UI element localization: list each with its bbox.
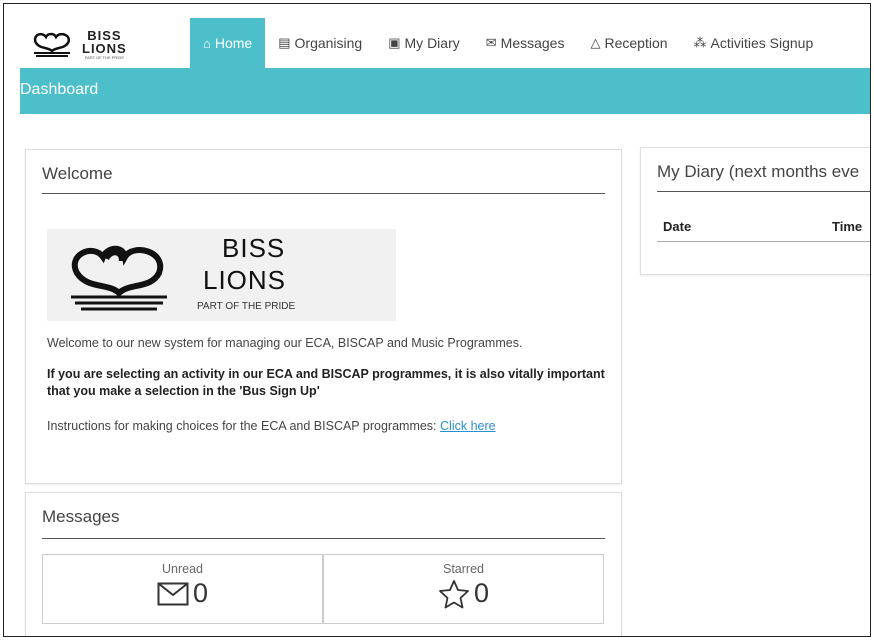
divider <box>42 538 605 539</box>
diary-column-time: Time <box>832 219 863 234</box>
unread-count: 0 <box>192 578 209 608</box>
triangle-icon: △ <box>590 35 601 50</box>
messages-panel: Messages Unread 0 Starred 0 <box>25 492 622 636</box>
lion-crest-icon <box>33 32 71 57</box>
welcome-intro: Welcome to our new system for managing o… <box>47 336 523 350</box>
messages-title: Messages <box>42 507 120 526</box>
main-nav: ⌂ Home ▤ Organising ▣ My Diary ✉ Message… <box>190 18 826 68</box>
home-icon: ⌂ <box>203 35 211 51</box>
envelope-icon <box>157 582 189 605</box>
diary-title: My Diary (next months eve <box>657 162 860 181</box>
welcome-panel: Welcome BISS LIONS PART OF THE PRIDE Wel… <box>25 149 622 484</box>
divider <box>657 191 870 192</box>
starred-messages-box[interactable]: Starred 0 <box>323 554 604 624</box>
star-icon <box>439 579 469 608</box>
brand-tagline: PART OF THE PRIDE <box>84 54 124 60</box>
divider <box>42 193 605 194</box>
clipboard-icon: ▤ <box>278 35 291 50</box>
welcome-logo: BISS LIONS PART OF THE PRIDE <box>47 229 396 321</box>
nav-activities-signup[interactable]: ⁂ Activities Signup <box>681 18 827 68</box>
nav-my-diary-label: My Diary <box>404 35 460 51</box>
starred-count: 0 <box>473 578 490 608</box>
logo-text-biss: BISS <box>222 233 286 263</box>
diary-column-date: Date <box>663 219 692 234</box>
diary-panel: My Diary (next months eve Date Time <box>640 147 870 275</box>
nav-messages-label: Messages <box>500 35 565 51</box>
instructions-link[interactable]: Click here <box>440 419 496 433</box>
unread-label: Unread <box>162 562 203 576</box>
nav-home-label: Home <box>214 35 253 51</box>
starred-label: Starred <box>443 562 484 576</box>
instructions-label: Instructions for making choices for the … <box>47 419 437 433</box>
nav-reception[interactable]: △ Reception <box>577 18 680 68</box>
bus-signup-notice: If you are selecting an activity in our … <box>47 367 605 398</box>
network-icon: ⁂ <box>693 35 707 50</box>
nav-my-diary[interactable]: ▣ My Diary <box>375 18 473 68</box>
nav-activities-signup-label: Activities Signup <box>710 35 814 51</box>
notebook-icon: ▣ <box>388 35 401 50</box>
brand-logo[interactable]: BISS LIONS PART OF THE PRIDE <box>30 24 170 64</box>
welcome-title: Welcome <box>42 164 113 183</box>
nav-reception-label: Reception <box>604 35 668 51</box>
nav-organising-label: Organising <box>294 35 363 51</box>
brand-name-line1: BISS <box>87 27 122 43</box>
top-navigation-bar: BISS LIONS PART OF THE PRIDE ⌂ Home ▤ Or… <box>20 18 870 68</box>
unread-messages-box[interactable]: Unread 0 <box>42 554 323 624</box>
logo-tagline: PART OF THE PRIDE <box>197 301 296 312</box>
page-title: Dashboard <box>20 81 99 98</box>
nav-home[interactable]: ⌂ Home <box>190 18 266 68</box>
nav-messages[interactable]: ✉ Messages <box>473 18 578 68</box>
instructions-text: Instructions for making choices for the … <box>47 419 496 433</box>
envelope-open-icon: ✉ <box>485 35 497 50</box>
logo-text-lions: LIONS <box>203 265 287 295</box>
app-window: BISS LIONS PART OF THE PRIDE ⌂ Home ▤ Or… <box>3 3 871 637</box>
brand-name-line2: LIONS <box>82 40 127 56</box>
page-header-bar: Dashboard <box>20 68 870 114</box>
nav-organising[interactable]: ▤ Organising <box>265 18 375 68</box>
table-header-divider <box>657 241 870 242</box>
lion-crest-icon <box>71 245 167 311</box>
